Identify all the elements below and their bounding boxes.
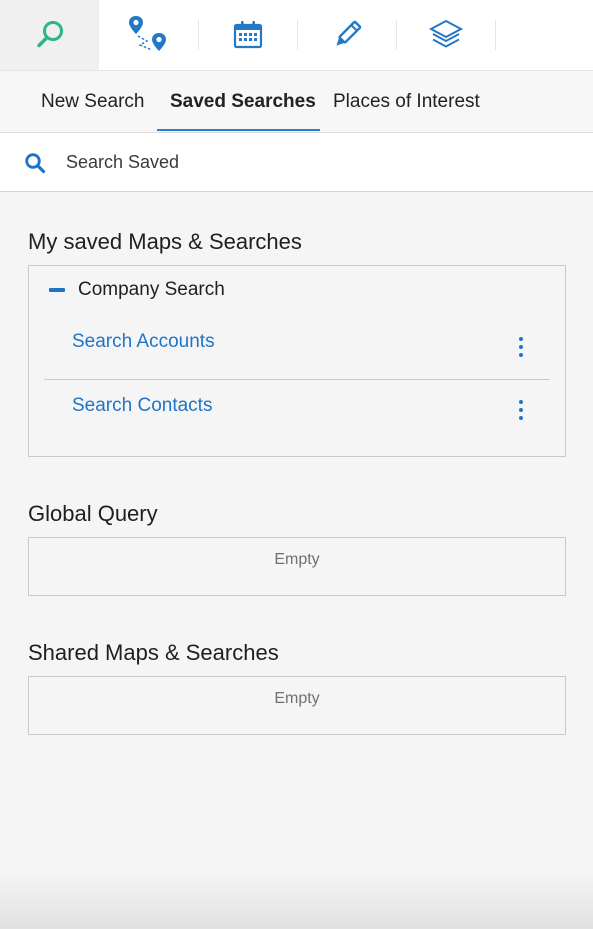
active-tab-indicator [157, 129, 320, 131]
empty-state-text: Empty [274, 690, 320, 707]
shared-section-title: Shared Maps & Searches [28, 640, 279, 665]
global-query-section-title: Global Query [28, 501, 158, 526]
toolbar-separator [495, 20, 496, 50]
route-tool-button[interactable] [99, 0, 198, 70]
shared-list: Empty [28, 676, 566, 735]
layers-icon [428, 19, 463, 48]
my-saved-list: Company Search Search Accounts Search Co… [28, 265, 566, 457]
group-label: Company Search [78, 279, 225, 300]
tab-new-search[interactable]: New Search [41, 71, 145, 132]
tab-places-of-interest[interactable]: Places of Interest [333, 71, 480, 132]
calendar-tool-button[interactable] [198, 0, 297, 70]
search-bar [0, 133, 593, 192]
tab-bar: New Search Saved Searches Places of Inte… [0, 71, 593, 133]
route-icon [128, 16, 166, 51]
list-divider [44, 379, 550, 380]
empty-state-text: Empty [274, 551, 320, 568]
collapse-minus-icon[interactable] [49, 288, 65, 292]
search-icon [36, 21, 63, 48]
company-search-group-header[interactable]: Company Search [49, 276, 225, 304]
pencil-icon [335, 20, 361, 46]
bottom-shadow [0, 870, 593, 929]
more-options-icon[interactable] [515, 400, 527, 420]
my-saved-section-title: My saved Maps & Searches [28, 229, 302, 254]
global-query-list: Empty [28, 537, 566, 596]
search-accounts-link[interactable]: Search Accounts [72, 331, 215, 353]
search-tool-button[interactable] [0, 0, 99, 70]
search-saved-input[interactable] [66, 147, 566, 177]
calendar-icon [233, 21, 262, 49]
layers-tool-button[interactable] [396, 0, 495, 70]
search-icon [25, 153, 46, 174]
top-toolbar [0, 0, 593, 71]
more-options-icon[interactable] [515, 337, 527, 357]
tab-saved-searches[interactable]: Saved Searches [170, 71, 316, 132]
pencil-tool-button[interactable] [297, 0, 396, 70]
search-contacts-link[interactable]: Search Contacts [72, 395, 212, 417]
